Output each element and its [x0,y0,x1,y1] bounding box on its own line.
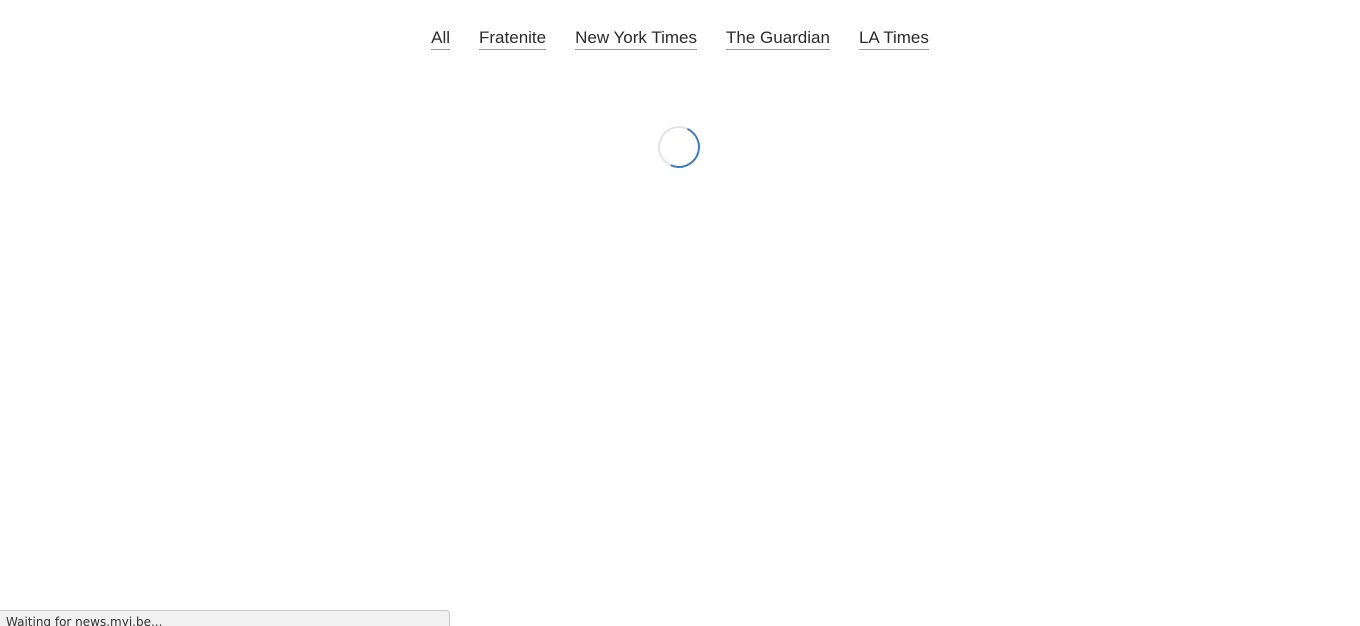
status-text: Waiting for news.myi.be... [6,615,163,626]
nav-link-the-guardian[interactable]: The Guardian [726,28,830,50]
nav-link-la-times[interactable]: LA Times [858,28,929,50]
page: All Fratenite New York Times The Guardia… [0,0,1360,626]
nav-link-new-york-times[interactable]: New York Times [575,28,697,50]
loading-indicator [652,120,706,174]
nav-link-fratenite[interactable]: Fratenite [479,28,547,50]
source-filter-nav: All Fratenite New York Times The Guardia… [0,28,1360,50]
nav-link-all[interactable]: All [431,28,451,50]
loading-spinner-icon [652,120,706,174]
browser-status-bar: Waiting for news.myi.be... [0,610,450,626]
